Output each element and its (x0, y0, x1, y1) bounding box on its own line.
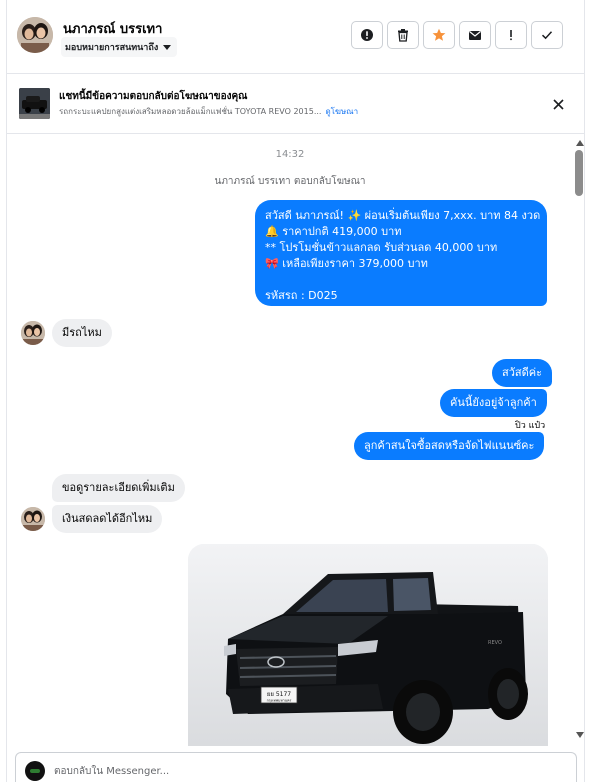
outgoing-message-bubble[interactable]: ลูกค้าสนใจซื้อสดหรือจัดไฟแนนซ์คะ (354, 432, 545, 460)
assign-conversation-label: มอบหมายการสนทนาถึง (65, 43, 159, 53)
message-line: สวัสดี นภาภรณ์! ✨ ผ่อนเริ่มต้นเพียง 7,xx… (265, 209, 541, 222)
message-line (265, 272, 537, 288)
close-banner-button[interactable] (550, 96, 566, 112)
ad-banner-subtitle: รถกระบะแคปยกสูงแต่งเสริมหลอดวยล้อแม็กแฟช… (59, 105, 379, 118)
thread-scrollbar[interactable] (573, 134, 585, 746)
conversation-header: นภาภรณ์ บรรเทา มอบหมายการสนทนาถึง (7, 0, 584, 74)
license-plate-number: ยย 5177 (267, 691, 291, 698)
ad-reply-banner: แชทนี้มีข้อความตอบกลับต่อโฆษณาของคุณ รถก… (7, 74, 584, 134)
message-line: ** โปรโมชั่นข้าวแลกลด รับส่วนลด 40,000 บ… (265, 241, 498, 254)
incoming-message-bubble[interactable]: ขอดูรายละเอียดเพิ่มเติม (52, 474, 185, 502)
message-line: 🔔 ราคาปกติ 419,000 บาท (265, 225, 402, 238)
outgoing-message-bubble[interactable]: สวัสดี นภาภรณ์! ✨ ผ่อนเริ่มต้นเพียง 7,xx… (255, 200, 547, 306)
side-badge-text: REVO (488, 640, 502, 646)
conversation-actions (351, 21, 563, 49)
ad-banner-title: แชทนี้มีข้อความตอบกลับต่อโฆษณาของคุณ (59, 91, 248, 102)
conversation-panel: นภาภรณ์ บรรเทา มอบหมายการสนทนาถึง แชทนี้… (6, 0, 585, 782)
trash-icon (398, 29, 408, 42)
seen-by-label: ปิว แป๋ว (515, 421, 546, 431)
caret-down-icon (163, 44, 172, 50)
message-thread: 14:32 นภาภรณ์ บรรเทา ตอบกลับโฆษณา สวัสดี… (7, 134, 573, 746)
scroll-up-arrow-icon[interactable] (576, 140, 584, 146)
envelope-icon (469, 31, 481, 40)
message-line: 🎀 เหลือเพียงราคา 379,000 บาท (265, 257, 428, 270)
close-icon (552, 98, 564, 110)
exclamation-icon (510, 30, 512, 41)
star-button[interactable] (423, 21, 455, 49)
customer-avatar[interactable] (21, 321, 45, 345)
message-timestamp: 14:32 (275, 149, 305, 160)
ad-reply-note: นภาภรณ์ บรรเทา ตอบกลับโฆษณา (214, 176, 366, 187)
assign-conversation-dropdown[interactable]: มอบหมายการสนทนาถึง (61, 37, 178, 57)
delete-button[interactable] (387, 21, 419, 49)
customer-avatar[interactable] (21, 507, 45, 531)
incoming-message-bubble[interactable]: เงินสดลดได้อีกไหม (52, 505, 163, 533)
reply-input[interactable] (54, 761, 554, 781)
star-icon (432, 28, 446, 41)
outgoing-message-bubble[interactable]: สวัสดีค่ะ (492, 359, 553, 387)
check-icon (541, 31, 553, 40)
ad-description: รถกระบะแคปยกสูงแต่งเสริมหลอดวยล้อแม็กแฟช… (59, 107, 322, 116)
reply-composer (15, 752, 577, 782)
mark-spam-button[interactable] (351, 21, 383, 49)
scroll-down-arrow-icon[interactable] (576, 732, 584, 738)
contact-avatar[interactable] (17, 17, 53, 53)
mark-unread-button[interactable] (459, 21, 491, 49)
outgoing-message-bubble[interactable]: คันนี้ยังอยู่จ้าลูกค้า (440, 389, 547, 417)
follow-up-button[interactable] (495, 21, 527, 49)
done-button[interactable] (531, 21, 563, 49)
page-avatar (25, 761, 45, 781)
contact-name: นภาภรณ์ บรรเทา (63, 22, 163, 37)
message-line: รหัสรถ : D025 (265, 289, 338, 302)
ad-thumbnail[interactable] (19, 88, 50, 119)
alert-circle-icon (361, 29, 373, 41)
car-photo-attachment[interactable]: ยย 5177 กรุงเทพมหานคร REVO (188, 544, 548, 746)
incoming-message-bubble[interactable]: มีรถไหม (52, 319, 112, 347)
view-ad-link[interactable]: ดูโฆษณา (325, 107, 358, 116)
scroll-thumb[interactable] (575, 150, 583, 196)
